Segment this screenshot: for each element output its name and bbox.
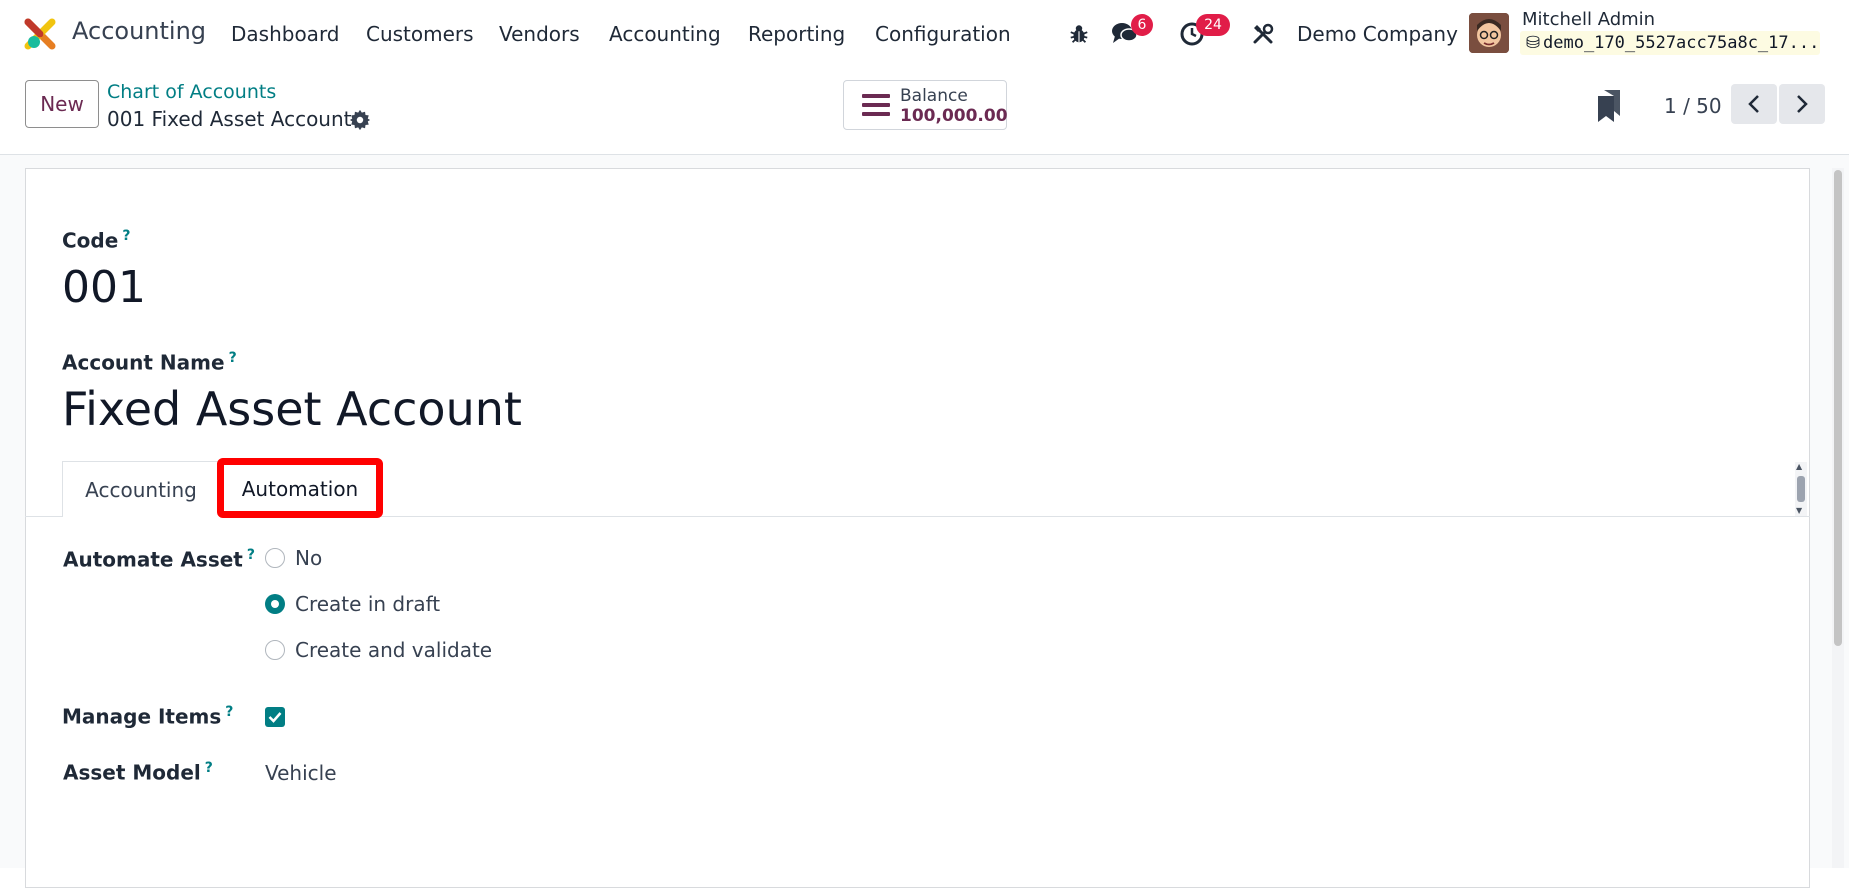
breadcrumb-chart-of-accounts[interactable]: Chart of Accounts [107, 81, 276, 103]
balance-label: Balance [900, 86, 968, 106]
manage-items-help-icon[interactable]: ? [225, 704, 233, 720]
chevron-left-icon [1748, 95, 1759, 113]
code-label: Code? [62, 228, 130, 253]
page-scrollbar[interactable] [1832, 168, 1844, 868]
tabs-scrollbar[interactable]: ▲ ▼ [1795, 462, 1807, 516]
account-name-field[interactable]: Fixed Asset Account [62, 382, 522, 436]
radio-no-label: No [295, 546, 323, 570]
radio-no[interactable] [265, 548, 285, 568]
automate-asset-label: Automate Asset? [63, 547, 255, 572]
checkmark-icon [268, 712, 282, 723]
control-panel: New Chart of Accounts 001 Fixed Asset Ac… [0, 66, 1849, 155]
database-icon: ⛁ [1525, 33, 1541, 53]
asset-model-field[interactable]: Vehicle [265, 761, 337, 785]
radio-option-create-in-draft[interactable]: Create in draft [265, 590, 440, 618]
account-name-label: Account Name? [62, 350, 237, 375]
code-label-text: Code [62, 228, 119, 253]
menu-dashboard[interactable]: Dashboard [231, 22, 340, 46]
scroll-down-arrow-icon[interactable]: ▼ [1796, 506, 1802, 515]
top-navbar: Accounting Dashboard Customers Vendors A… [0, 0, 1849, 66]
gear-icon[interactable] [349, 109, 371, 131]
debug-bug-icon[interactable] [1065, 20, 1093, 48]
breadcrumb-current-record: 001 Fixed Asset Account [107, 107, 352, 131]
tools-icon[interactable] [1249, 20, 1277, 48]
menu-customers[interactable]: Customers [366, 22, 474, 46]
radio-create-and-validate-label: Create and validate [295, 638, 493, 662]
asset-model-help-icon[interactable]: ? [205, 760, 213, 776]
code-help-icon[interactable]: ? [122, 228, 130, 244]
menu-reporting[interactable]: Reporting [748, 22, 845, 46]
database-name: ⛁ demo_170_5527acc75a8c_17... [1520, 31, 1820, 55]
radio-create-and-validate[interactable] [265, 640, 285, 660]
menu-accounting[interactable]: Accounting [609, 22, 721, 46]
automate-asset-label-text: Automate Asset [63, 547, 243, 572]
new-button[interactable]: New [25, 80, 99, 128]
list-bars-icon [862, 94, 890, 116]
user-name[interactable]: Mitchell Admin [1522, 9, 1655, 30]
pager-previous-button[interactable] [1731, 84, 1777, 124]
account-name-help-icon[interactable]: ? [229, 350, 237, 366]
database-label: demo_170_5527acc75a8c_17... [1543, 33, 1820, 53]
messages-badge: 6 [1131, 14, 1153, 36]
bookmark-icon[interactable] [1598, 90, 1620, 122]
scroll-up-arrow-icon[interactable]: ▲ [1796, 462, 1802, 471]
manage-items-label-text: Manage Items [62, 704, 222, 729]
radio-create-in-draft[interactable] [265, 594, 285, 614]
page-scrollbar-thumb[interactable] [1834, 170, 1842, 646]
menu-vendors[interactable]: Vendors [499, 22, 580, 46]
asset-model-label-text: Asset Model [63, 760, 201, 785]
accounting-app-icon[interactable] [24, 18, 56, 50]
pager-next-button[interactable] [1779, 84, 1825, 124]
radio-option-no[interactable]: No [265, 544, 322, 572]
balance-smart-button[interactable]: Balance 100,000.00 [843, 80, 1008, 130]
account-name-label-text: Account Name [62, 350, 225, 375]
user-avatar[interactable] [1469, 13, 1509, 53]
radio-option-create-and-validate[interactable]: Create and validate [265, 636, 492, 664]
radio-create-in-draft-label: Create in draft [295, 592, 441, 616]
company-switcher[interactable]: Demo Company [1297, 22, 1458, 46]
tabs-scrollbar-thumb[interactable] [1797, 476, 1805, 502]
tab-automation[interactable]: Automation [220, 461, 380, 517]
tab-accounting[interactable]: Accounting [62, 461, 220, 517]
automate-asset-help-icon[interactable]: ? [247, 547, 255, 563]
manage-items-checkbox[interactable] [265, 707, 285, 727]
code-field[interactable]: 001 [62, 262, 146, 313]
asset-model-label: Asset Model? [63, 760, 213, 785]
menu-configuration[interactable]: Configuration [875, 22, 1011, 46]
balance-value: 100,000.00 [900, 106, 1008, 126]
chevron-right-icon [1797, 95, 1808, 113]
manage-items-label: Manage Items? [62, 704, 233, 729]
pager-value[interactable]: 1 / 50 [1664, 94, 1722, 118]
app-title[interactable]: Accounting [72, 17, 206, 45]
activities-badge: 24 [1196, 14, 1230, 36]
